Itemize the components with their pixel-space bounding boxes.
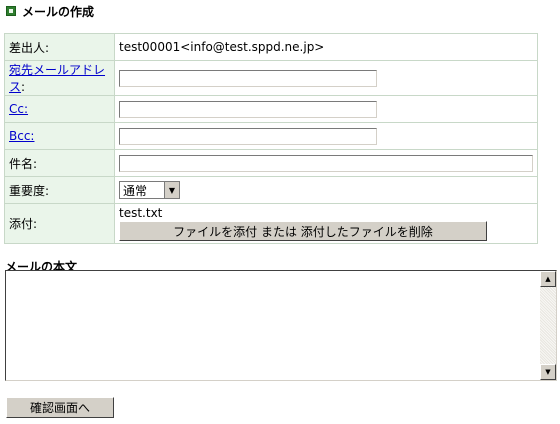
- cc-input[interactable]: [119, 100, 377, 118]
- attached-file-name: test.txt: [119, 206, 163, 220]
- attach-label: 添付:: [4, 203, 115, 244]
- page-title: メールの作成: [6, 3, 94, 19]
- page-title-text: メールの作成: [22, 4, 95, 19]
- subject-input[interactable]: [119, 154, 533, 172]
- scroll-up-icon[interactable]: ▲: [540, 271, 556, 287]
- body-textarea[interactable]: ▲ ▼: [5, 270, 557, 381]
- to-label-colon: :: [21, 80, 26, 94]
- compose-form-table: 差出人: test00001<info@test.sppd.ne.jp> 宛先メ…: [4, 33, 538, 244]
- priority-selected-value: 通常: [123, 183, 148, 198]
- cc-input-cell: [114, 95, 538, 123]
- sender-row: 差出人: test00001<info@test.sppd.ne.jp>: [4, 33, 538, 61]
- bcc-input[interactable]: [119, 127, 377, 145]
- attach-cell: test.txt ファイルを添付 または 添付したファイルを削除: [114, 203, 538, 244]
- to-input[interactable]: [119, 69, 377, 87]
- to-label-cell: 宛先メールアドレス:: [4, 60, 115, 96]
- cc-row: Cc:: [4, 95, 538, 123]
- bcc-label-cell: Bcc:: [4, 122, 115, 150]
- chevron-down-icon[interactable]: ▼: [164, 182, 179, 198]
- bcc-link[interactable]: Bcc:: [9, 129, 34, 143]
- confirm-button[interactable]: 確認画面へ: [6, 397, 114, 418]
- vertical-scrollbar[interactable]: ▲ ▼: [540, 271, 556, 380]
- bcc-row: Bcc:: [4, 122, 538, 150]
- subject-input-cell: [114, 149, 538, 177]
- priority-label: 重要度:: [4, 176, 115, 204]
- sender-value: test00001<info@test.sppd.ne.jp>: [114, 33, 538, 61]
- scroll-down-icon[interactable]: ▼: [540, 364, 556, 380]
- priority-select-cell: 通常 ▼: [114, 176, 538, 204]
- subject-label: 件名:: [4, 149, 115, 177]
- cc-link[interactable]: Cc:: [9, 102, 28, 116]
- to-row: 宛先メールアドレス:: [4, 60, 538, 96]
- bcc-input-cell: [114, 122, 538, 150]
- sender-label: 差出人:: [4, 33, 115, 61]
- cc-label-cell: Cc:: [4, 95, 115, 123]
- subject-row: 件名:: [4, 149, 538, 177]
- attach-row: 添付: test.txt ファイルを添付 または 添付したファイルを削除: [4, 203, 538, 244]
- section-icon: [6, 6, 16, 16]
- attach-file-button[interactable]: ファイルを添付 または 添付したファイルを削除: [119, 221, 487, 241]
- priority-row: 重要度: 通常 ▼: [4, 176, 538, 204]
- to-input-cell: [114, 60, 538, 96]
- priority-select[interactable]: 通常 ▼: [119, 181, 180, 199]
